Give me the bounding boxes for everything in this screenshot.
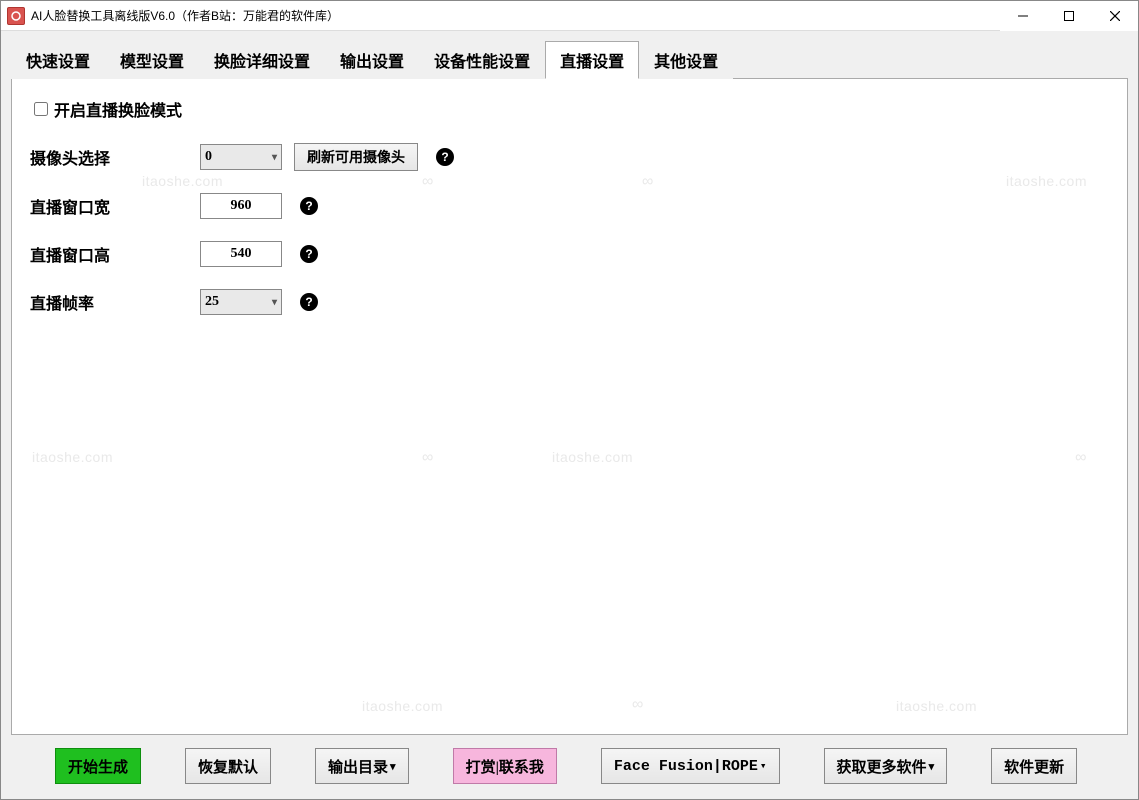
enable-live-row: 开启直播换脸模式 bbox=[30, 97, 1109, 121]
watermark: ∞ bbox=[1075, 449, 1087, 467]
maximize-button[interactable] bbox=[1046, 1, 1092, 31]
bottom-bar: 开始生成 恢复默认 输出目录▾ 打赏|联系我 Face Fusion|ROPE▾… bbox=[1, 745, 1138, 799]
fps-select-value: 25 bbox=[205, 294, 219, 310]
tab-face-swap-detail[interactable]: 换脸详细设置 bbox=[199, 41, 325, 79]
tab-output-settings[interactable]: 输出设置 bbox=[325, 41, 419, 79]
width-row: 直播窗口宽 ? bbox=[30, 193, 1109, 219]
donate-contact-button[interactable]: 打赏|联系我 bbox=[453, 748, 557, 784]
watermark: itaoshe.com bbox=[1006, 173, 1087, 189]
restore-defaults-button[interactable]: 恢复默认 bbox=[185, 748, 271, 784]
camera-select[interactable]: 0 ▾ bbox=[200, 144, 282, 170]
height-row: 直播窗口高 ? bbox=[30, 241, 1109, 267]
chevron-down-icon: ▾ bbox=[272, 297, 277, 308]
get-more-software-button[interactable]: 获取更多软件▾ bbox=[824, 748, 948, 784]
titlebar: AI人脸替换工具离线版V6.0（作者B站：万能君的软件库） bbox=[1, 1, 1138, 31]
chevron-down-icon: ▾ bbox=[929, 760, 935, 773]
help-icon[interactable]: ? bbox=[300, 245, 318, 263]
watermark: ∞ bbox=[422, 449, 434, 467]
output-dir-button[interactable]: 输出目录▾ bbox=[315, 748, 409, 784]
camera-select-value: 0 bbox=[205, 149, 212, 165]
fps-label: 直播帧率 bbox=[30, 290, 200, 314]
height-label: 直播窗口高 bbox=[30, 242, 200, 266]
watermark: itaoshe.com bbox=[362, 698, 443, 714]
body-area: 快速设置 模型设置 换脸详细设置 输出设置 设备性能设置 直播设置 其他设置 i… bbox=[1, 31, 1138, 745]
camera-row: 摄像头选择 0 ▾ 刷新可用摄像头 ? bbox=[30, 143, 1109, 171]
watermark: ∞ bbox=[642, 173, 654, 191]
minimize-button[interactable] bbox=[1000, 1, 1046, 31]
window-title: AI人脸替换工具离线版V6.0（作者B站：万能君的软件库） bbox=[31, 7, 339, 24]
close-button[interactable] bbox=[1092, 1, 1138, 31]
tab-bar: 快速设置 模型设置 换脸详细设置 输出设置 设备性能设置 直播设置 其他设置 bbox=[11, 41, 1128, 79]
watermark: itaoshe.com bbox=[142, 173, 223, 189]
tab-live-settings[interactable]: 直播设置 bbox=[545, 41, 639, 79]
tab-device-perf[interactable]: 设备性能设置 bbox=[419, 41, 545, 79]
software-update-button[interactable]: 软件更新 bbox=[991, 748, 1077, 784]
tab-panel-live: itaoshe.com ∞ ∞ itaoshe.com itaoshe.com … bbox=[11, 78, 1128, 735]
chevron-down-icon: ▾ bbox=[272, 152, 277, 163]
help-icon[interactable]: ? bbox=[300, 293, 318, 311]
refresh-camera-button[interactable]: 刷新可用摄像头 bbox=[294, 143, 418, 171]
watermark: ∞ bbox=[632, 696, 644, 714]
start-button[interactable]: 开始生成 bbox=[55, 748, 141, 784]
fps-select[interactable]: 25 ▾ bbox=[200, 289, 282, 315]
watermark: itaoshe.com bbox=[32, 449, 113, 465]
tab-other-settings[interactable]: 其他设置 bbox=[639, 41, 733, 79]
height-input[interactable] bbox=[200, 241, 282, 267]
width-input[interactable] bbox=[200, 193, 282, 219]
fps-row: 直播帧率 25 ▾ ? bbox=[30, 289, 1109, 315]
app-window: AI人脸替换工具离线版V6.0（作者B站：万能君的软件库） 快速设置 模型设置 … bbox=[0, 0, 1139, 800]
help-icon[interactable]: ? bbox=[300, 197, 318, 215]
tab-quick-settings[interactable]: 快速设置 bbox=[11, 41, 105, 79]
enable-live-checkbox[interactable] bbox=[34, 102, 48, 116]
watermark: ∞ bbox=[422, 173, 434, 191]
watermark: itaoshe.com bbox=[552, 449, 633, 465]
chevron-down-icon: ▾ bbox=[390, 760, 396, 773]
width-label: 直播窗口宽 bbox=[30, 194, 200, 218]
chevron-down-icon: ▾ bbox=[760, 759, 767, 773]
window-controls bbox=[1000, 1, 1138, 31]
help-icon[interactable]: ? bbox=[436, 148, 454, 166]
face-fusion-rope-button[interactable]: Face Fusion|ROPE▾ bbox=[601, 748, 780, 784]
enable-live-label: 开启直播换脸模式 bbox=[54, 97, 182, 121]
tab-model-settings[interactable]: 模型设置 bbox=[105, 41, 199, 79]
app-icon bbox=[7, 7, 25, 25]
watermark: itaoshe.com bbox=[896, 698, 977, 714]
camera-label: 摄像头选择 bbox=[30, 145, 200, 169]
